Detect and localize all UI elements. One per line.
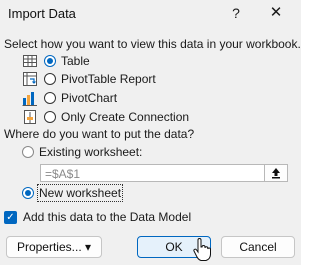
connection-label: Only Create Connection xyxy=(61,110,190,124)
pivottable-radio[interactable] xyxy=(44,73,56,85)
hand-cursor-icon xyxy=(193,238,211,261)
option-pivotchart[interactable]: PivotChart xyxy=(22,90,117,106)
pivottable-icon xyxy=(23,72,37,86)
close-button[interactable]: ✕ xyxy=(268,4,284,22)
view-section-prompt: Select how you want to view this data in… xyxy=(4,37,301,51)
collapse-arrow-icon xyxy=(272,168,280,179)
dialog-title: Import Data xyxy=(8,6,76,21)
help-button[interactable]: ? xyxy=(228,4,244,22)
title-bar: Import Data ? ✕ xyxy=(0,0,301,28)
pivotchart-icon xyxy=(22,92,37,106)
new-worksheet-radio[interactable] xyxy=(22,187,34,199)
option-existing-worksheet[interactable]: Existing worksheet: xyxy=(22,144,142,160)
pivottable-label: PivotTable Report xyxy=(61,72,156,86)
properties-dropdown-icon: ▾ xyxy=(85,240,92,254)
option-pivottable[interactable]: PivotTable Report xyxy=(22,71,156,87)
import-data-dialog: Import Data ? ✕ Select how you want to v… xyxy=(0,0,301,265)
collapse-button[interactable] xyxy=(264,165,287,181)
reference-input[interactable]: =$A$1 xyxy=(40,164,288,182)
option-connection[interactable]: Only Create Connection xyxy=(22,109,189,125)
table-radio[interactable] xyxy=(44,55,56,67)
data-model-label: Add this data to the Data Model xyxy=(23,210,192,224)
new-worksheet-label: New worksheet xyxy=(36,184,124,202)
option-new-worksheet[interactable]: New worksheet xyxy=(22,184,124,202)
existing-worksheet-label: Existing worksheet: xyxy=(39,145,143,159)
properties-label: Properties... xyxy=(16,240,82,254)
existing-worksheet-radio[interactable] xyxy=(22,146,34,158)
connection-radio[interactable] xyxy=(44,111,56,123)
pivotchart-radio[interactable] xyxy=(44,92,56,104)
cancel-button[interactable]: Cancel xyxy=(221,236,295,258)
option-table[interactable]: Table xyxy=(22,53,90,69)
data-model-checkbox[interactable]: ✓ xyxy=(4,210,17,224)
place-section-prompt: Where do you want to put the data? xyxy=(4,127,195,141)
table-label: Table xyxy=(61,54,90,68)
table-icon xyxy=(23,55,37,67)
properties-button[interactable]: Properties... ▾ xyxy=(6,236,102,258)
data-model-option[interactable]: ✓ Add this data to the Data Model xyxy=(4,209,191,225)
connection-icon xyxy=(24,110,36,124)
reference-value: =$A$1 xyxy=(45,167,81,181)
pivotchart-label: PivotChart xyxy=(61,91,118,105)
